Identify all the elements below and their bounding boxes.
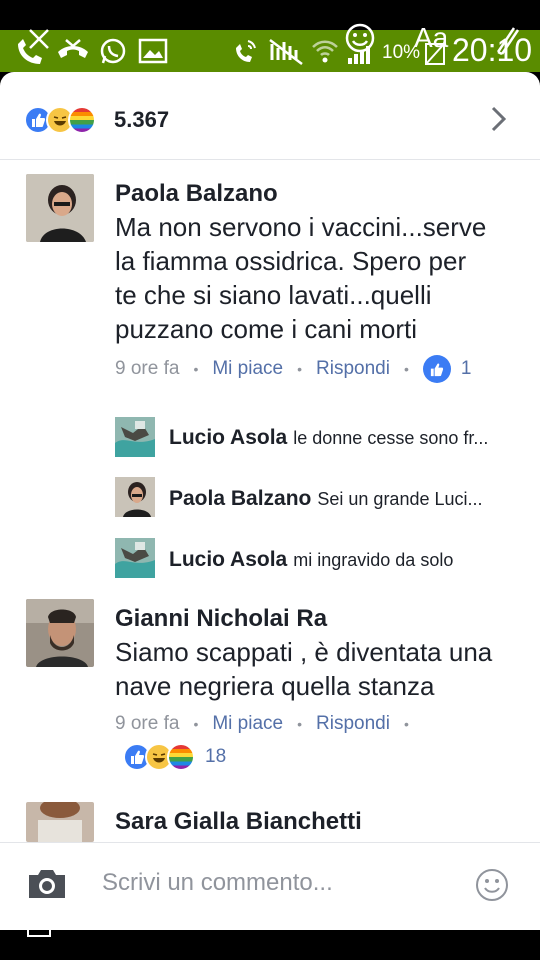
comment-meta: 9 ore fa • Mi piace • Rispondi • bbox=[115, 713, 409, 735]
comment-composer: Scrivi un commento... bbox=[0, 842, 540, 930]
comment-text: Siamo scappati , è diventata una nave ne… bbox=[115, 635, 525, 703]
like-link[interactable]: Mi piace bbox=[212, 713, 283, 735]
comment-line: Siamo scappati , è diventata una bbox=[115, 637, 493, 667]
emoji-icon[interactable] bbox=[474, 867, 510, 903]
comment-line: te che si siano lavati...quelli bbox=[115, 280, 432, 310]
like-count: 1 bbox=[460, 358, 472, 379]
reactions-header[interactable]: 5.367 bbox=[0, 72, 540, 160]
system-nav-bar bbox=[0, 905, 540, 960]
reply-link[interactable]: Rispondi bbox=[316, 713, 390, 735]
like-icon[interactable] bbox=[422, 355, 451, 383]
comment-line: puzzano come i cani morti bbox=[115, 314, 418, 344]
avatar[interactable] bbox=[26, 599, 94, 667]
reaction-count: 5.367 bbox=[114, 107, 170, 132]
comment-line: nave negriera quella stanza bbox=[115, 671, 435, 701]
overlay-shape-icon bbox=[27, 905, 51, 937]
comment-author[interactable]: Gianni Nicholai Ra bbox=[115, 605, 327, 633]
comments-sheet: 5.367 Paola Balzano Ma non servono i vac… bbox=[0, 72, 540, 930]
avatar[interactable] bbox=[26, 174, 94, 242]
reply-author[interactable]: Lucio Asola bbox=[169, 426, 287, 449]
camera-icon[interactable] bbox=[26, 867, 68, 901]
comment-time: 9 ore fa bbox=[115, 713, 180, 734]
comment-input[interactable]: Scrivi un commento... bbox=[102, 869, 333, 897]
avatar[interactable] bbox=[115, 477, 155, 517]
comment-text: Ma non servono i vaccini...serve la fiam… bbox=[115, 210, 525, 346]
comment-reactions[interactable]: 18 bbox=[123, 742, 226, 772]
pencil-overlay-icon[interactable] bbox=[490, 22, 522, 58]
comment-time: 9 ore fa bbox=[115, 358, 180, 379]
reply-link[interactable]: Rispondi bbox=[316, 358, 390, 380]
whatsapp-icon bbox=[100, 38, 126, 64]
reply-text: Sei un grande Luci... bbox=[317, 489, 483, 509]
avatar[interactable] bbox=[115, 538, 155, 578]
reply-row[interactable]: Paola Balzano Sei un grande Luci... bbox=[169, 487, 483, 511]
pride-icon bbox=[68, 106, 96, 134]
font-size-overlay[interactable]: Aa bbox=[414, 22, 448, 54]
reply-text: mi ingravido da solo bbox=[293, 550, 454, 570]
no-signal-icon bbox=[269, 39, 303, 65]
comment-line: Ma non servono i vaccini...serve bbox=[115, 212, 487, 242]
reply-author[interactable]: Paola Balzano bbox=[169, 487, 311, 510]
reply-row[interactable]: Lucio Asola mi ingravido da solo bbox=[169, 548, 453, 572]
status-bar: 10% Aa 20:10 bbox=[0, 0, 540, 72]
avatar[interactable] bbox=[26, 802, 94, 842]
comment-line: la fiamma ossidrica. Spero per bbox=[115, 246, 467, 276]
signal-icon bbox=[348, 46, 370, 64]
reply-row[interactable]: Lucio Asola le donne cesse sono fr... bbox=[169, 426, 488, 450]
vibrate-icon bbox=[236, 40, 256, 62]
like-link[interactable]: Mi piace bbox=[212, 358, 283, 380]
chevron-right-icon[interactable] bbox=[488, 104, 510, 134]
missed-call-icon bbox=[18, 39, 42, 64]
comment-author[interactable]: Sara Gialla Bianchetti bbox=[115, 808, 362, 836]
avatar[interactable] bbox=[115, 417, 155, 457]
comment-author[interactable]: Paola Balzano bbox=[115, 180, 278, 208]
reply-author[interactable]: Lucio Asola bbox=[169, 548, 287, 571]
pride-icon bbox=[167, 743, 195, 771]
wifi-icon bbox=[312, 40, 338, 63]
reaction-count: 18 bbox=[205, 746, 227, 767]
comment-meta: 9 ore fa • Mi piace • Rispondi • 1 bbox=[115, 354, 471, 384]
call-end-icon bbox=[58, 39, 88, 58]
reaction-icons bbox=[24, 106, 96, 134]
image-icon bbox=[138, 38, 168, 64]
reply-text: le donne cesse sono fr... bbox=[293, 428, 489, 448]
